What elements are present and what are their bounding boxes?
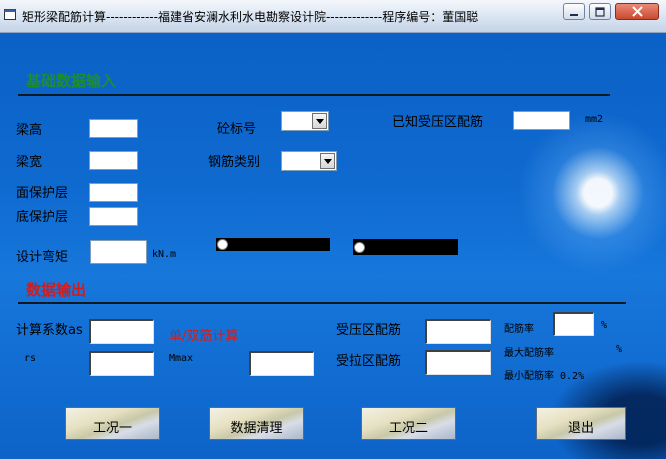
maximize-button[interactable] — [589, 3, 611, 20]
minimize-icon — [570, 13, 578, 16]
concrete-grade-dropdown-button[interactable] — [312, 113, 327, 129]
beam-width-input[interactable] — [89, 151, 138, 170]
case1-button[interactable]: 工况一 — [65, 407, 160, 440]
tension-rebar-output[interactable] — [425, 350, 491, 375]
rebar-type-select[interactable] — [281, 151, 337, 171]
concrete-grade-label: 砼标号 — [217, 122, 257, 137]
close-button[interactable] — [615, 3, 659, 20]
moment-unit: kN.m — [152, 249, 177, 260]
close-icon — [631, 6, 643, 17]
mmax-label: Mmax — [169, 353, 194, 364]
rebar-type-dropdown-button[interactable] — [320, 153, 335, 169]
input-section-divider — [18, 94, 610, 96]
max-ratio-unit: % — [616, 344, 623, 355]
window-title: 矩形梁配筋计算------------福建省安澜水利水电勘察设计院-------… — [22, 10, 479, 24]
known-compression-input[interactable] — [513, 111, 570, 130]
min-ratio-label: 最小配筋率 0.2% — [504, 371, 585, 382]
input-section-title: 基础数据输入 — [26, 72, 117, 90]
clear-data-button-label: 数据清理 — [230, 421, 283, 436]
rs-output[interactable] — [89, 351, 154, 376]
ratio-unit: % — [601, 320, 608, 331]
top-cover-input[interactable] — [89, 183, 138, 202]
area-unit: mm2 — [585, 114, 604, 125]
chevron-down-icon — [315, 118, 324, 124]
case2-button-label: 工况二 — [388, 421, 428, 436]
rs-label: rs — [24, 353, 37, 364]
calc-mode-label: 单/双筋计算 — [169, 329, 239, 344]
as-label: 计算系数as — [16, 323, 83, 338]
option-radio-1[interactable] — [216, 238, 330, 251]
radio-circle-icon — [217, 239, 228, 250]
minimize-button[interactable] — [563, 3, 585, 20]
top-cover-label: 面保护层 — [16, 186, 69, 201]
rebar-type-label: 钢筋类别 — [208, 155, 261, 170]
beam-height-input[interactable] — [89, 119, 138, 138]
output-section-title: 数据输出 — [26, 281, 87, 299]
known-compression-label: 已知受压区配筋 — [392, 115, 484, 130]
maximize-icon — [595, 6, 605, 17]
max-ratio-label: 最大配筋率 — [504, 348, 554, 359]
mmax-output[interactable] — [249, 351, 314, 376]
chevron-down-icon — [323, 158, 332, 164]
design-moment-input[interactable] — [90, 240, 147, 264]
exit-button-label: 退出 — [567, 421, 594, 436]
as-output[interactable] — [89, 319, 154, 344]
ratio-label: 配筋率 — [504, 324, 534, 335]
ratio-output[interactable] — [553, 312, 594, 336]
beam-height-label: 梁高 — [16, 123, 43, 138]
radio-circle-icon — [354, 242, 365, 253]
case1-button-label: 工况一 — [92, 421, 132, 436]
concrete-grade-select[interactable] — [281, 111, 329, 131]
window-background — [0, 0, 666, 459]
exit-button[interactable]: 退出 — [536, 407, 626, 440]
compression-rebar-label: 受压区配筋 — [336, 323, 402, 338]
compression-rebar-output[interactable] — [425, 319, 491, 344]
option-radio-2[interactable] — [353, 239, 458, 255]
tension-rebar-label: 受拉区配筋 — [336, 354, 402, 369]
output-section-divider — [18, 302, 626, 304]
bottom-cover-label: 底保护层 — [16, 210, 69, 225]
design-moment-label: 设计弯矩 — [16, 250, 69, 265]
clear-data-button[interactable]: 数据清理 — [209, 407, 304, 440]
bottom-cover-input[interactable] — [89, 207, 138, 226]
case2-button[interactable]: 工况二 — [361, 407, 456, 440]
app-window-icon — [4, 9, 16, 20]
beam-width-label: 梁宽 — [16, 155, 43, 170]
